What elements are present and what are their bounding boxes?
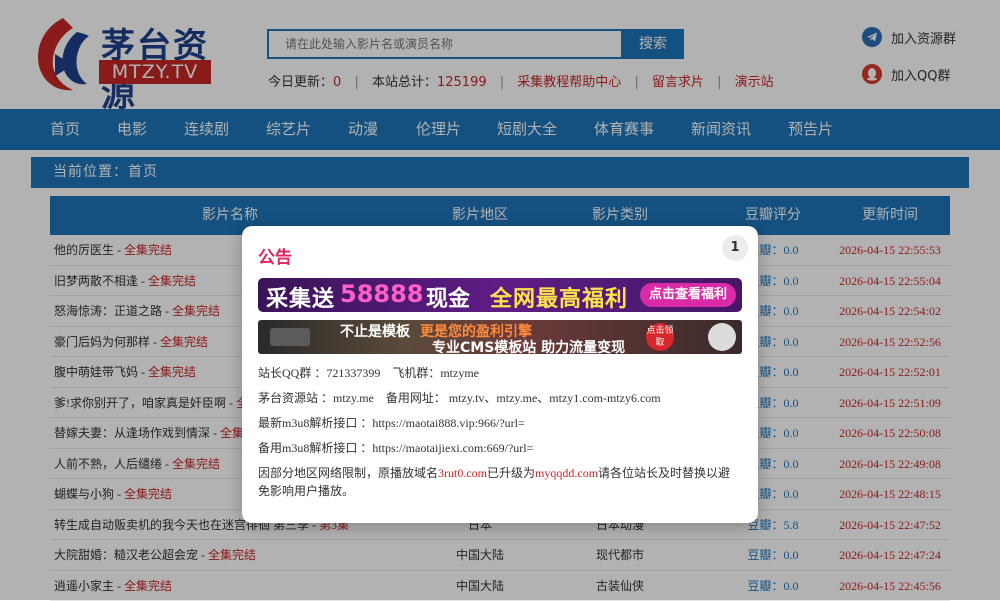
film-reel-icon — [708, 323, 736, 351]
announcement-modal: 公告 1 采集送 58888 现金 全网最高福利 点击查看福利 不止是模板 更是… — [242, 226, 758, 523]
qq-group-line: 站长QQ群 ：721337399 飞机群：mtzyme — [258, 364, 742, 382]
banner1-text-3: 全网最高福利 — [490, 281, 628, 312]
new-domain: myqqdd.com — [535, 466, 598, 480]
domain-notice: 因部分地区网络限制，原播放域名3rut0.com已升级为myqqdd.com请各… — [258, 464, 742, 500]
camera-icon — [270, 328, 310, 346]
modal-close-badge[interactable]: 1 — [722, 235, 748, 261]
m3u8-latest-line: 最新m3u8解析接口 ：https://maotai888.vip:966/?u… — [258, 414, 742, 432]
banner1-text-1: 采集送 — [266, 281, 335, 312]
banner1-cta-button[interactable]: 点击查看福利 — [640, 283, 736, 307]
promo-banner-cash[interactable]: 采集送 58888 现金 全网最高福利 点击查看福利 — [258, 278, 742, 312]
banner2-text-1: 不止是模板 — [340, 321, 410, 341]
modal-body: 站长QQ群 ：721337399 飞机群：mtzyme 茅台资源站 ：mtzy.… — [258, 364, 742, 507]
banner1-text-2: 现金 — [426, 281, 470, 312]
notice-pre: 因部分地区网络限制，原播放域名 — [258, 466, 438, 480]
domains-line: 茅台资源站 ：mtzy.me 备用网址： mtzy.tv、mtzy.me、mtz… — [258, 389, 742, 407]
promo-banner-template[interactable]: 不止是模板 更是您的盈利引擎 专业CMS模板站 助力流量变现 点击领取 — [258, 320, 742, 354]
banner2-cta-button[interactable]: 点击领取 — [646, 323, 674, 351]
banner2-text-3: 专业CMS模板站 助力流量变现 — [432, 337, 625, 354]
m3u8-backup-line: 备用m3u8解析接口 ：https://maotaijiexi.com:669/… — [258, 439, 742, 457]
old-domain: 3rut0.com — [438, 466, 487, 480]
modal-title: 公告 — [258, 243, 292, 268]
banner1-number: 58888 — [340, 280, 424, 308]
notice-mid: 已升级为 — [487, 466, 535, 480]
